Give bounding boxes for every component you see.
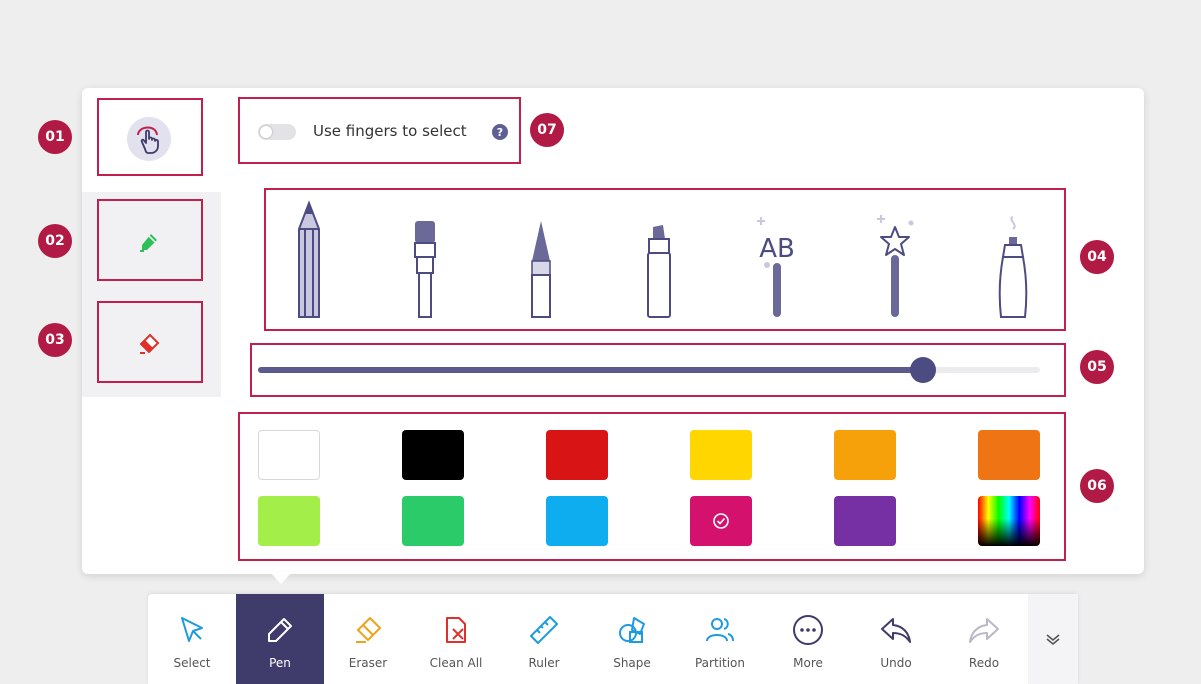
toolbar-select-button[interactable]: Select <box>148 594 236 684</box>
toolbar-eraser-button[interactable]: Eraser <box>324 594 412 684</box>
cursor-icon <box>181 617 203 642</box>
callout-badge-06: 06 <box>1080 469 1114 503</box>
more-icon <box>793 615 823 645</box>
toolbar-ruler-button[interactable]: Ruler <box>500 594 588 684</box>
toolbar-label: Redo <box>968 656 1000 670</box>
toolbar-clean-all-button[interactable]: Clean All <box>412 594 500 684</box>
redo-icon <box>969 618 999 643</box>
callout-badge-05: 05 <box>1080 350 1114 384</box>
callout-box-06 <box>238 412 1066 561</box>
toolbar-label: More <box>793 656 823 670</box>
callout-badge-07: 07 <box>530 113 564 147</box>
panel-pointer <box>270 572 292 584</box>
toolbar-redo-button[interactable]: Redo <box>940 594 1028 684</box>
callout-box-05 <box>250 343 1066 397</box>
callout-box-02 <box>97 199 203 281</box>
callout-box-07 <box>238 97 521 164</box>
callout-badge-02: 02 <box>38 224 72 258</box>
shape-icon <box>619 617 645 643</box>
toolbar-undo-button[interactable]: Undo <box>852 594 940 684</box>
callout-badge-01: 01 <box>38 120 72 154</box>
toolbar-label: Clean All <box>429 656 483 670</box>
toolbar-partition-button[interactable]: Partition <box>676 594 764 684</box>
callout-box-01 <box>97 98 203 176</box>
toolbar-label: Ruler <box>528 656 560 670</box>
toolbar-label: Shape <box>613 656 651 670</box>
toolbar-label: Eraser <box>348 656 388 670</box>
toolbar-label: Select <box>173 656 211 670</box>
toolbar-expand-button[interactable] <box>1028 594 1078 684</box>
toolbar-label: Partition <box>694 656 745 670</box>
partition-icon <box>706 618 734 642</box>
toolbar-pen-button[interactable]: Pen <box>236 594 324 684</box>
callout-badge-04: 04 <box>1080 240 1114 274</box>
bottom-toolbar: Select Pen Eraser Clean All Ruler Shape … <box>148 594 1078 684</box>
toolbar-more-button[interactable]: More <box>764 594 852 684</box>
clean-all-icon <box>446 617 466 643</box>
ruler-icon <box>530 616 558 644</box>
undo-icon <box>881 618 911 643</box>
toolbar-label: Pen <box>269 656 291 670</box>
callout-box-03 <box>97 301 203 383</box>
callout-box-04 <box>264 188 1066 331</box>
eraser-icon <box>356 617 381 643</box>
pen-icon <box>268 618 292 642</box>
toolbar-label: Undo <box>880 656 912 670</box>
toolbar-shape-button[interactable]: Shape <box>588 594 676 684</box>
chevron-down-double-icon <box>1046 634 1060 646</box>
callout-badge-03: 03 <box>38 323 72 357</box>
